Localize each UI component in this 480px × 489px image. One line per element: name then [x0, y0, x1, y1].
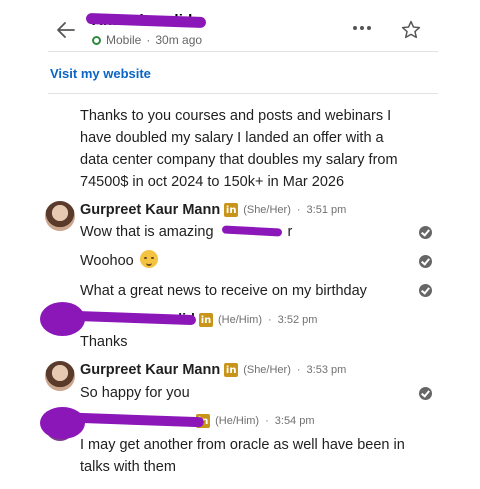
linkedin-premium-icon: in — [199, 313, 213, 327]
conversation-header: Ahmed ... ..lid Mobile · 30m ago — [0, 0, 480, 56]
message-body: What a great news to receive on my birth… — [80, 283, 367, 299]
message-time: 3:53 pm — [306, 364, 347, 376]
sender-pronouns: (She/Her) — [243, 364, 291, 376]
message-body: Wow that is amazing — [80, 224, 214, 240]
sender-pronouns: (She/Her) — [243, 204, 291, 216]
message-line: have doubled my salary I landed an offer… — [80, 130, 384, 146]
message-time: 3:51 pm — [306, 204, 347, 216]
message-body: Woohoo — [80, 253, 134, 269]
avatar[interactable] — [45, 361, 75, 391]
section-divider — [48, 93, 438, 94]
message-line: 74500$ in oct 2024 to 150k+ in Mar 2026 — [80, 174, 345, 190]
sender-separator: · — [268, 314, 272, 326]
check-circle-icon — [419, 226, 432, 239]
linkedin-premium-icon: in — [224, 203, 239, 217]
contact-name-wrap[interactable]: Ahmed ... ..lid — [85, 12, 212, 30]
star-outline-icon[interactable] — [400, 19, 422, 41]
linkedin-premium-icon: in — [224, 363, 239, 377]
last-seen: 30m ago — [155, 33, 203, 47]
sender-separator: · — [265, 415, 269, 427]
message-time: 3:54 pm — [274, 415, 315, 427]
sender-name[interactable]: Gurpreet Kaur Mann — [80, 362, 220, 378]
sender-pronouns: (He/Him) — [215, 415, 260, 427]
message-line: data center company that doubles my sala… — [80, 152, 398, 168]
avatar-redaction — [40, 407, 85, 439]
check-circle-icon — [419, 284, 432, 297]
message-text: So happy for you — [80, 382, 190, 404]
arrow-left-icon[interactable] — [54, 18, 78, 42]
sender-pronouns: (He/Him) — [218, 314, 262, 326]
check-circle-icon — [419, 255, 432, 268]
message-line: I may get another from oracle as well ha… — [80, 437, 405, 453]
message-line: Thanks to you courses and posts and webi… — [80, 108, 392, 124]
message-name-suffix: r — [287, 224, 293, 240]
sender-separator: · — [296, 204, 301, 216]
presence-status: Mobile · 30m ago — [92, 33, 202, 47]
message-body: Thanks — [80, 334, 128, 350]
message-text: What a great news to receive on my birth… — [80, 280, 367, 302]
message-time: 3:52 pm — [277, 314, 318, 326]
online-status-icon — [92, 35, 101, 45]
message-sender: Gurpreet Kaur Mann in (She/Her) · 3:53 p… — [80, 361, 346, 379]
visit-website-link[interactable]: Visit my website — [50, 66, 151, 81]
message-text: Thanks to you courses and posts and webi… — [80, 105, 398, 193]
more-horizontal-icon[interactable] — [351, 22, 373, 34]
message-text: I may get another from oracle as well ha… — [80, 434, 405, 478]
sender-name[interactable]: Gurpreet Kaur Mann — [80, 202, 220, 218]
partying-face-emoji — [139, 250, 158, 268]
message-text: Woohoo — [80, 250, 158, 272]
check-circle-icon — [419, 387, 432, 400]
avatar[interactable] — [45, 201, 75, 231]
header-divider — [48, 51, 438, 52]
message-text: Thanks — [80, 331, 128, 353]
message-line: talks with them — [80, 459, 176, 475]
message-sender: Gurpreet Kaur Mann in (She/Her) · 3:51 p… — [80, 201, 346, 219]
presence-separator: · — [146, 33, 151, 47]
presence-device: Mobile — [106, 33, 142, 47]
sender-separator: · — [296, 364, 301, 376]
message-body: So happy for you — [80, 385, 190, 401]
